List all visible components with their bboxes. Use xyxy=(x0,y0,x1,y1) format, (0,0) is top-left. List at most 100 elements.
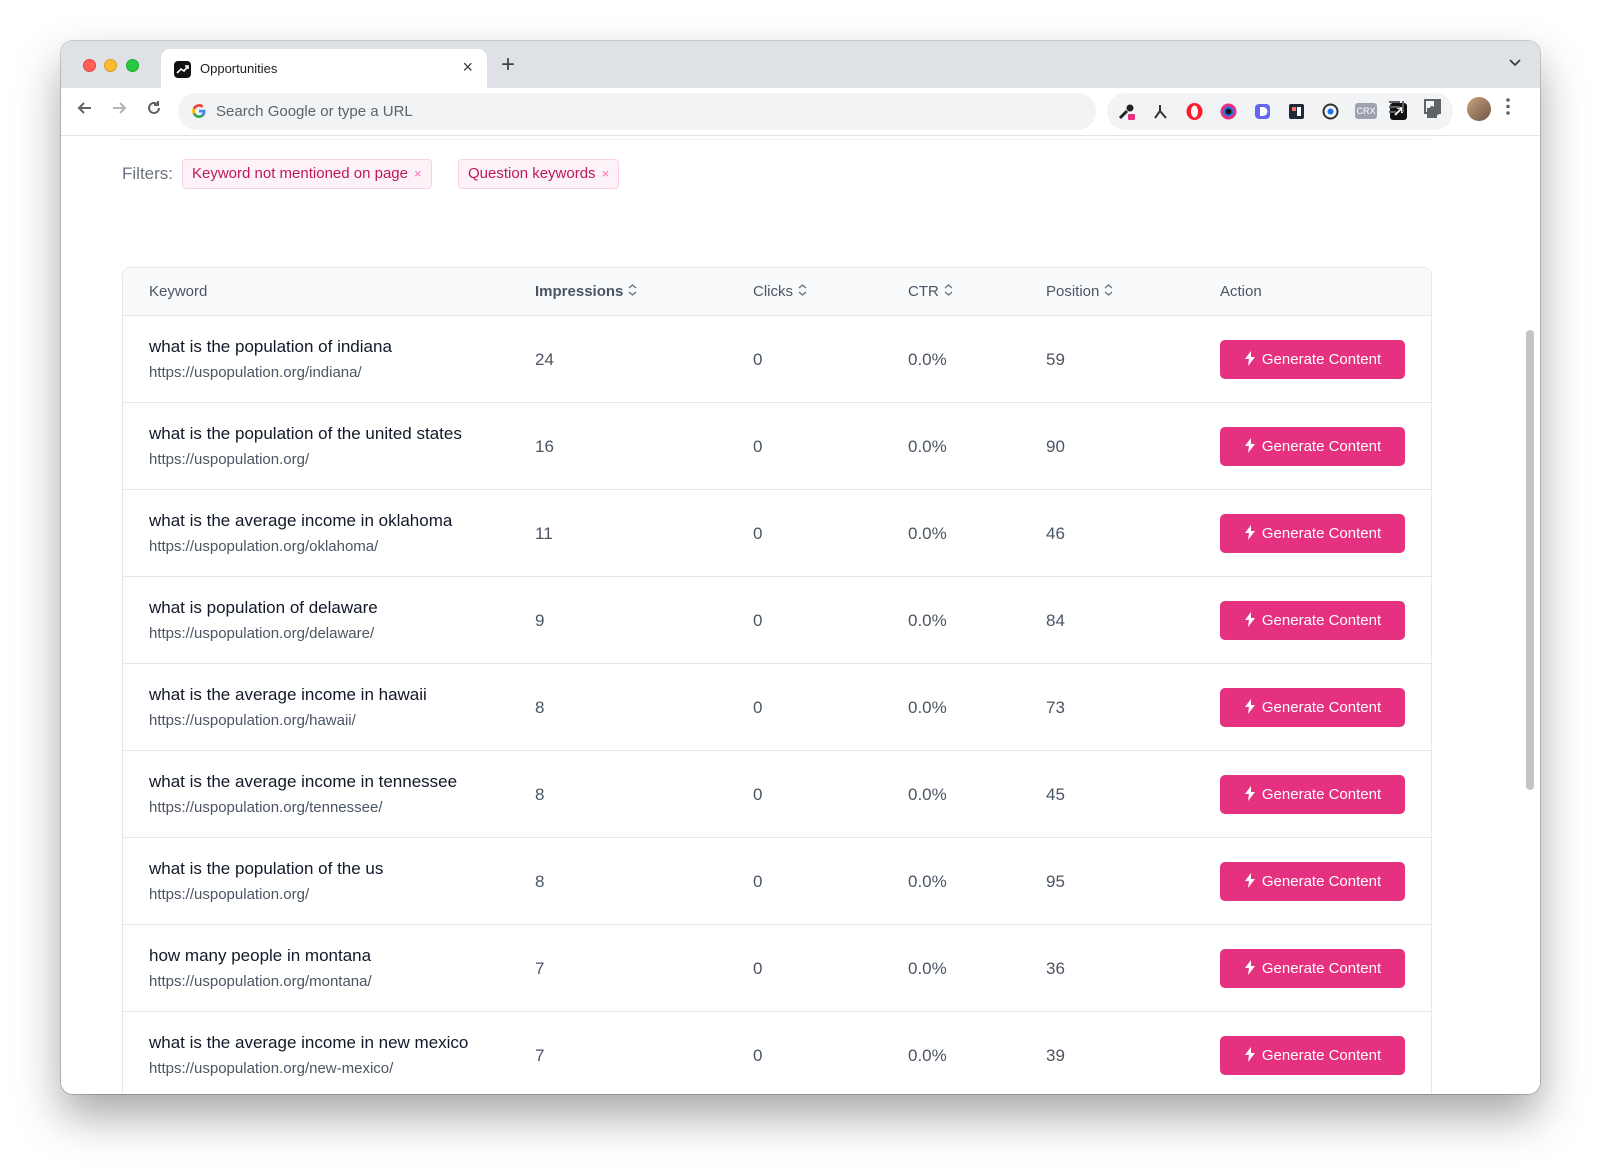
generate-content-button[interactable]: Generate Content xyxy=(1220,601,1405,640)
generate-content-button[interactable]: Generate Content xyxy=(1220,949,1405,988)
crx-extension-icon[interactable]: CRX xyxy=(1355,103,1377,119)
keyword-text: what is the average income in new mexico xyxy=(149,1033,469,1052)
impressions-value: 8 xyxy=(535,785,545,804)
generate-content-button[interactable]: Generate Content xyxy=(1220,1036,1405,1075)
keyword-text: what is the average income in oklahoma xyxy=(149,511,453,530)
clicks-value: 0 xyxy=(753,698,763,717)
browser-tab-opportunities[interactable]: Opportunities × xyxy=(161,49,487,88)
ctr-value: 0.0% xyxy=(908,698,947,717)
reading-list-icon[interactable] xyxy=(1387,97,1406,116)
tab-close-icon[interactable]: × xyxy=(462,57,473,78)
column-header-ctr[interactable]: CTR xyxy=(908,283,953,300)
position-value: 45 xyxy=(1046,785,1065,804)
branch-extension-icon[interactable] xyxy=(1151,102,1170,121)
generate-content-button[interactable]: Generate Content xyxy=(1220,862,1405,901)
table-row: what is the average income in tennessee … xyxy=(123,751,1431,838)
generate-content-button[interactable]: Generate Content xyxy=(1220,514,1405,553)
button-label: Generate Content xyxy=(1261,525,1382,542)
maximize-window-button[interactable] xyxy=(126,59,139,72)
keyword-url: https://uspopulation.org/ xyxy=(149,886,310,903)
d-extension-icon[interactable] xyxy=(1253,102,1272,121)
position-value: 36 xyxy=(1046,959,1065,978)
filter-chip-label: Keyword not mentioned on page xyxy=(192,165,408,182)
close-window-button[interactable] xyxy=(83,59,96,72)
side-panel-icon[interactable] xyxy=(1423,97,1442,116)
position-value: 95 xyxy=(1046,872,1065,891)
sort-icon xyxy=(628,284,637,299)
address-placeholder: Search Google or type a URL xyxy=(216,103,413,120)
remove-filter-icon[interactable]: × xyxy=(602,166,610,181)
impressions-value: 9 xyxy=(535,611,545,630)
button-label: Generate Content xyxy=(1261,960,1382,977)
impressions-value: 16 xyxy=(535,437,554,456)
table-row: what is the average income in new mexico… xyxy=(123,1012,1431,1094)
impressions-value: 8 xyxy=(535,698,545,717)
forward-arrow-icon[interactable] xyxy=(109,98,129,124)
table-row: what is the population of indiana https:… xyxy=(123,316,1431,403)
ctr-value: 0.0% xyxy=(908,350,947,369)
generate-content-button[interactable]: Generate Content xyxy=(1220,340,1405,379)
ctr-value: 0.0% xyxy=(908,872,947,891)
generate-content-button[interactable]: Generate Content xyxy=(1220,775,1405,814)
table-row: how many people in montana https://uspop… xyxy=(123,925,1431,1012)
impressions-value: 8 xyxy=(535,872,545,891)
table-row: what is the population of the united sta… xyxy=(123,403,1431,490)
generate-content-button[interactable]: Generate Content xyxy=(1220,688,1405,727)
google-icon xyxy=(191,103,207,123)
grid-extension-icon[interactable] xyxy=(1287,102,1306,121)
bolt-icon xyxy=(1244,350,1256,369)
clicks-value: 0 xyxy=(753,437,763,456)
clicks-value: 0 xyxy=(753,524,763,543)
page-scrollbar[interactable] xyxy=(1526,330,1534,790)
bolt-icon xyxy=(1244,785,1256,804)
column-header-label: Clicks xyxy=(753,283,793,300)
impressions-value: 7 xyxy=(535,959,545,978)
opera-extension-icon[interactable] xyxy=(1185,102,1204,121)
color-wheel-extension-icon[interactable] xyxy=(1219,102,1238,121)
trend-up-icon xyxy=(174,61,191,78)
column-header-keyword: Keyword xyxy=(149,283,208,300)
bolt-icon xyxy=(1244,524,1256,543)
position-value: 84 xyxy=(1046,611,1065,630)
position-value: 73 xyxy=(1046,698,1065,717)
button-label: Generate Content xyxy=(1261,612,1382,629)
ctr-value: 0.0% xyxy=(908,437,947,456)
minimize-window-button[interactable] xyxy=(104,59,117,72)
sort-icon xyxy=(944,284,953,299)
filter-chip-keyword-not-mentioned[interactable]: Keyword not mentioned on page × xyxy=(182,159,432,189)
eyedropper-extension-icon[interactable] xyxy=(1117,102,1136,121)
keyword-url: https://uspopulation.org/new-mexico/ xyxy=(149,1060,394,1077)
keyword-text: what is the average income in tennessee xyxy=(149,772,458,791)
tab-strip: Opportunities × + xyxy=(61,41,1540,88)
browser-window: Opportunities × + Search Google or type … xyxy=(61,41,1540,1094)
at-sign-extension-icon[interactable] xyxy=(1321,102,1340,121)
bolt-icon xyxy=(1244,611,1256,630)
more-menu-icon[interactable] xyxy=(1505,97,1511,121)
keyword-url: https://uspopulation.org/indiana/ xyxy=(149,364,362,381)
sort-icon xyxy=(798,284,807,299)
filter-chip-question-keywords[interactable]: Question keywords × xyxy=(458,159,620,189)
clicks-value: 0 xyxy=(753,350,763,369)
reload-icon[interactable] xyxy=(144,98,164,124)
new-tab-button[interactable]: + xyxy=(501,51,515,79)
generate-content-button[interactable]: Generate Content xyxy=(1220,427,1405,466)
address-bar[interactable]: Search Google or type a URL xyxy=(178,93,1096,130)
profile-avatar[interactable] xyxy=(1467,97,1491,121)
ctr-value: 0.0% xyxy=(908,785,947,804)
bolt-icon xyxy=(1244,437,1256,456)
back-arrow-icon[interactable] xyxy=(75,98,95,124)
column-header-impressions[interactable]: Impressions xyxy=(535,283,637,300)
impressions-value: 7 xyxy=(535,1046,545,1065)
column-header-label: Impressions xyxy=(535,283,624,300)
keyword-url: https://uspopulation.org/oklahoma/ xyxy=(149,538,379,555)
remove-filter-icon[interactable]: × xyxy=(414,166,422,181)
position-value: 59 xyxy=(1046,350,1065,369)
column-header-position[interactable]: Position xyxy=(1046,283,1113,300)
bolt-icon xyxy=(1244,1046,1256,1065)
impressions-value: 11 xyxy=(535,524,553,543)
bolt-icon xyxy=(1244,959,1256,978)
ctr-value: 0.0% xyxy=(908,611,947,630)
clicks-value: 0 xyxy=(753,611,763,630)
tab-search-chevron-icon[interactable] xyxy=(1508,55,1522,71)
column-header-clicks[interactable]: Clicks xyxy=(753,283,807,300)
